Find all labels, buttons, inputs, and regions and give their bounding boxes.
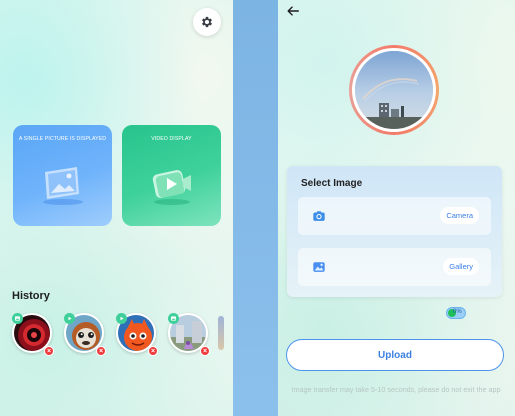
video-display-card-title: VIDEO DISPLAY <box>151 136 192 142</box>
single-picture-card[interactable]: A SINGLE PICTURE IS DISPLAYED <box>13 125 112 226</box>
upload-screen: Select Image Camera Gallery 0% Upload Im… <box>278 0 515 416</box>
history-list: × × × × <box>12 313 233 363</box>
gallery-option[interactable]: Gallery <box>298 248 491 286</box>
upload-notice: Image transfer may take 5-10 seconds, pl… <box>291 385 501 394</box>
picture-icon <box>37 163 89 212</box>
delete-icon[interactable]: × <box>200 346 210 356</box>
progress-toggle[interactable]: 0% <box>446 307 466 319</box>
delete-icon[interactable]: × <box>96 346 106 356</box>
upload-button[interactable]: Upload <box>286 339 504 371</box>
history-item-partial[interactable] <box>218 316 224 350</box>
video-badge-icon <box>116 313 127 324</box>
camera-icon <box>311 208 327 224</box>
app-stage: A SINGLE PICTURE IS DISPLAYED VIDEO DISP… <box>0 0 515 416</box>
video-display-card[interactable]: VIDEO DISPLAY <box>122 125 221 226</box>
image-badge-icon <box>12 313 23 324</box>
delete-icon[interactable]: × <box>44 346 54 356</box>
gallery-icon <box>311 259 327 275</box>
delete-icon[interactable]: × <box>148 346 158 356</box>
toggle-label: 0% <box>453 309 462 315</box>
preview-photo <box>355 51 433 129</box>
back-arrow-icon[interactable] <box>286 4 300 18</box>
settings-button[interactable] <box>193 8 221 36</box>
select-image-title: Select Image <box>301 178 363 189</box>
camera-option[interactable]: Camera <box>298 197 491 235</box>
home-screen: A SINGLE PICTURE IS DISPLAYED VIDEO DISP… <box>0 0 233 416</box>
history-title: History <box>12 290 50 302</box>
image-badge-icon <box>168 313 179 324</box>
selected-image-preview <box>349 45 439 135</box>
video-badge-icon <box>64 313 75 324</box>
gallery-button[interactable]: Gallery <box>443 258 479 275</box>
video-play-icon <box>146 163 198 212</box>
single-picture-card-title: A SINGLE PICTURE IS DISPLAYED <box>18 136 107 142</box>
gear-icon <box>201 16 213 28</box>
camera-button[interactable]: Camera <box>440 207 479 224</box>
select-image-panel: Select Image Camera Gallery <box>287 166 502 297</box>
